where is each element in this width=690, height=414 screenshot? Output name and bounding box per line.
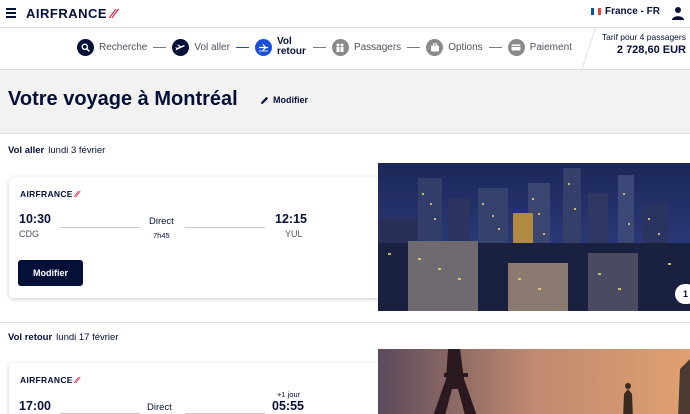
locale-label: France - FR — [604, 6, 660, 17]
card-brand-text: AIRFRANCE — [20, 375, 73, 385]
return-heading: Vol retour lundi 17 février — [8, 332, 118, 343]
montreal-city-photo — [378, 163, 690, 311]
return-date: lundi 17 février — [56, 332, 119, 343]
day-offset: +1 jour — [277, 390, 301, 399]
price-divider — [581, 28, 596, 70]
return-heading-label: Vol retour — [8, 332, 53, 343]
page-title: Votre voyage à Montréal — [8, 88, 238, 110]
suitcase-icon — [426, 38, 444, 56]
modify-trip-label: Modifier — [273, 95, 308, 105]
france-flag-icon — [590, 8, 601, 15]
step-separator — [153, 46, 167, 48]
pencil-icon — [261, 96, 269, 104]
arrival-time: 12:15 — [275, 212, 307, 226]
flight-duration: 7h45 — [153, 231, 170, 240]
step-label: Vol aller — [194, 41, 230, 53]
modify-trip-link[interactable]: Modifier — [260, 95, 308, 105]
step-separator — [407, 46, 421, 48]
outbound-flight-card[interactable]: AIRFRANCE ⁄⁄ 10:30 CDG Direct 7h45 12:15… — [9, 177, 389, 298]
airfrance-logo[interactable]: AIRFRANCE ⁄⁄ — [26, 6, 117, 21]
step-outbound[interactable]: Vol aller — [172, 38, 230, 56]
outbound-heading-label: Vol aller — [8, 145, 45, 156]
arrival-airport: YUL — [285, 229, 303, 239]
direct-label: Direct — [149, 216, 174, 227]
direct-label: Direct — [147, 402, 172, 413]
step-label: Paiement — [529, 41, 572, 53]
return-section: Vol retour lundi 17 février AIRFRANCE ⁄⁄ … — [0, 322, 690, 414]
plane-takeoff-icon — [172, 38, 190, 56]
card-brand-text: AIRFRANCE — [20, 189, 73, 199]
step-return[interactable]: Vol retour — [254, 36, 307, 57]
fare-label: Tarif pour 4 passagers — [601, 32, 686, 42]
step-label: Options — [448, 41, 483, 53]
payment-icon — [507, 38, 525, 56]
fare-amount: 2 728,60 EUR — [616, 44, 686, 56]
fare-summary[interactable]: Tarif pour 4 passagers 2 728,60 EUR — [602, 32, 686, 56]
passengers-icon — [331, 38, 349, 56]
modify-outbound-button[interactable]: Modifier — [18, 260, 83, 286]
outbound-heading: Vol aller lundi 3 février — [8, 145, 105, 156]
brand-text: AIRFRANCE — [26, 6, 108, 21]
user-account-icon[interactable] — [672, 6, 684, 20]
step-label: Recherche — [99, 41, 148, 53]
menu-icon[interactable] — [6, 8, 16, 18]
paris-eiffel-photo — [378, 349, 690, 414]
outbound-date: lundi 3 février — [48, 145, 106, 156]
logo-slash: ⁄⁄ — [75, 189, 79, 199]
departure-airport: CDG — [19, 229, 39, 239]
airline-logo: AIRFRANCE ⁄⁄ — [20, 375, 79, 385]
step-search[interactable]: Recherche — [77, 38, 148, 56]
outbound-section: Vol aller lundi 3 février AIRFRANCE ⁄⁄ 10… — [0, 133, 690, 323]
step-separator — [488, 46, 502, 48]
top-bar: AIRFRANCE ⁄⁄ France - FR — [0, 0, 690, 28]
step-passengers: Passagers — [331, 38, 402, 56]
departure-time: 10:30 — [19, 212, 51, 226]
step-label: Vol retour — [276, 36, 306, 57]
plane-return-icon — [254, 38, 272, 56]
logo-slash: ⁄⁄ — [75, 375, 79, 385]
airline-logo: AIRFRANCE ⁄⁄ — [20, 189, 79, 199]
step-label: Passagers — [353, 41, 402, 53]
route-line — [60, 227, 140, 228]
step-separator — [312, 46, 326, 48]
step-payment: Paiement — [507, 38, 572, 56]
step-separator — [235, 46, 249, 48]
logo-slash: ⁄⁄ — [111, 6, 117, 21]
step-options: Options — [426, 38, 483, 56]
carousel-indicator[interactable]: 1 — [675, 284, 690, 304]
search-icon — [77, 38, 94, 56]
locale-selector[interactable]: France - FR — [590, 6, 660, 17]
route-line — [185, 227, 265, 228]
arrival-time: 05:55 — [272, 399, 304, 413]
steps-row: Recherche Vol aller Vol retour Passagers — [77, 37, 572, 57]
departure-time: 17:00 — [19, 399, 51, 413]
booking-stepper: Recherche Vol aller Vol retour Passagers — [0, 28, 690, 70]
return-flight-card[interactable]: AIRFRANCE ⁄⁄ 17:00 Direct +1 jour 05:55 — [9, 363, 389, 414]
